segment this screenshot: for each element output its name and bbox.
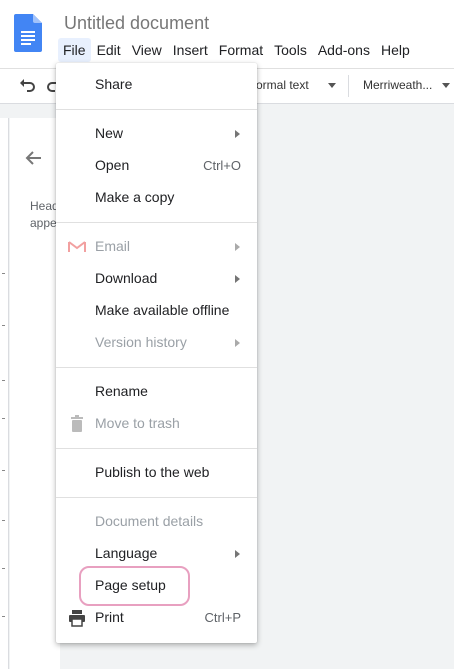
outline-hint-text: Head appe bbox=[30, 198, 58, 232]
open-label: Open bbox=[95, 157, 130, 173]
menu-separator bbox=[56, 367, 257, 368]
printer-icon bbox=[69, 610, 85, 627]
ruler-tick bbox=[2, 616, 5, 617]
toolbar-divider bbox=[348, 75, 349, 97]
ruler-tick bbox=[2, 520, 5, 521]
undo-icon[interactable] bbox=[18, 75, 38, 95]
menu-file[interactable]: File bbox=[58, 38, 91, 62]
submenu-arrow-icon bbox=[235, 550, 240, 558]
menu-view[interactable]: View bbox=[127, 38, 167, 62]
menu-separator bbox=[56, 448, 257, 449]
style-caret-icon[interactable] bbox=[328, 83, 336, 88]
menu-format[interactable]: Format bbox=[214, 38, 268, 62]
menu-item-open[interactable]: Open Ctrl+O bbox=[56, 150, 257, 182]
publish-label: Publish to the web bbox=[95, 464, 210, 480]
email-label: Email bbox=[95, 238, 131, 254]
print-label: Print bbox=[95, 609, 124, 625]
ruler-tick bbox=[2, 418, 5, 419]
make-offline-label: Make available offline bbox=[95, 302, 230, 318]
menu-addons[interactable]: Add-ons bbox=[313, 38, 375, 62]
ruler-tick bbox=[2, 325, 5, 326]
menu-separator bbox=[56, 497, 257, 498]
submenu-arrow-icon bbox=[235, 243, 240, 251]
menubar: File Edit View Insert Format Tools Add-o… bbox=[58, 38, 416, 62]
paragraph-style-select[interactable]: ormal text bbox=[256, 78, 309, 92]
outline-line-1: Head bbox=[30, 199, 58, 213]
page-setup-highlight-ring bbox=[79, 566, 190, 606]
menu-item-make-offline[interactable]: Make available offline bbox=[56, 295, 257, 327]
menu-insert[interactable]: Insert bbox=[168, 38, 213, 62]
rename-label: Rename bbox=[95, 383, 148, 399]
vertical-ruler bbox=[0, 118, 9, 669]
outline-line-2: appe bbox=[30, 216, 57, 230]
download-label: Download bbox=[95, 270, 158, 286]
ruler-tick bbox=[2, 273, 5, 274]
trash-icon bbox=[71, 415, 83, 432]
menu-item-rename[interactable]: Rename bbox=[56, 376, 257, 408]
file-menu-dropdown: Share New Open Ctrl+O Make a copy Email … bbox=[56, 63, 257, 643]
back-arrow-icon[interactable] bbox=[24, 148, 44, 168]
ruler-tick bbox=[2, 568, 5, 569]
make-copy-label: Make a copy bbox=[95, 189, 175, 205]
language-label: Language bbox=[95, 545, 158, 561]
submenu-arrow-icon bbox=[235, 339, 240, 347]
menu-item-move-to-trash[interactable]: Move to trash bbox=[56, 408, 257, 440]
menu-separator bbox=[56, 222, 257, 223]
version-history-label: Version history bbox=[95, 334, 187, 350]
menu-item-version-history[interactable]: Version history bbox=[56, 327, 257, 359]
docs-logo-icon[interactable] bbox=[14, 14, 42, 52]
new-label: New bbox=[95, 125, 124, 141]
title-bar: Untitled document File Edit View Insert … bbox=[0, 0, 454, 68]
ruler-tick bbox=[2, 470, 5, 471]
menu-item-print[interactable]: Print Ctrl+P bbox=[56, 602, 257, 634]
font-caret-icon[interactable] bbox=[442, 83, 450, 88]
menu-item-new[interactable]: New bbox=[56, 118, 257, 150]
ruler-tick bbox=[2, 380, 5, 381]
move-trash-label: Move to trash bbox=[95, 415, 180, 431]
menu-item-email[interactable]: Email bbox=[56, 231, 257, 263]
share-label: Share bbox=[95, 76, 133, 92]
menu-item-document-details[interactable]: Document details bbox=[56, 506, 257, 538]
menu-edit[interactable]: Edit bbox=[92, 38, 126, 62]
menu-item-publish[interactable]: Publish to the web bbox=[56, 457, 257, 489]
submenu-arrow-icon bbox=[235, 130, 240, 138]
gmail-icon bbox=[68, 241, 86, 252]
menu-tools[interactable]: Tools bbox=[269, 38, 312, 62]
open-shortcut: Ctrl+O bbox=[203, 158, 241, 173]
document-details-label: Document details bbox=[95, 513, 204, 529]
menu-item-make-copy[interactable]: Make a copy bbox=[56, 182, 257, 214]
document-title[interactable]: Untitled document bbox=[64, 13, 209, 34]
submenu-arrow-icon bbox=[235, 275, 240, 283]
menu-item-share[interactable]: Share bbox=[56, 69, 257, 101]
menu-separator bbox=[56, 109, 257, 110]
menu-item-download[interactable]: Download bbox=[56, 263, 257, 295]
menu-help[interactable]: Help bbox=[376, 38, 415, 62]
print-shortcut: Ctrl+P bbox=[204, 610, 241, 625]
font-select[interactable]: Merriweath... bbox=[363, 78, 432, 92]
